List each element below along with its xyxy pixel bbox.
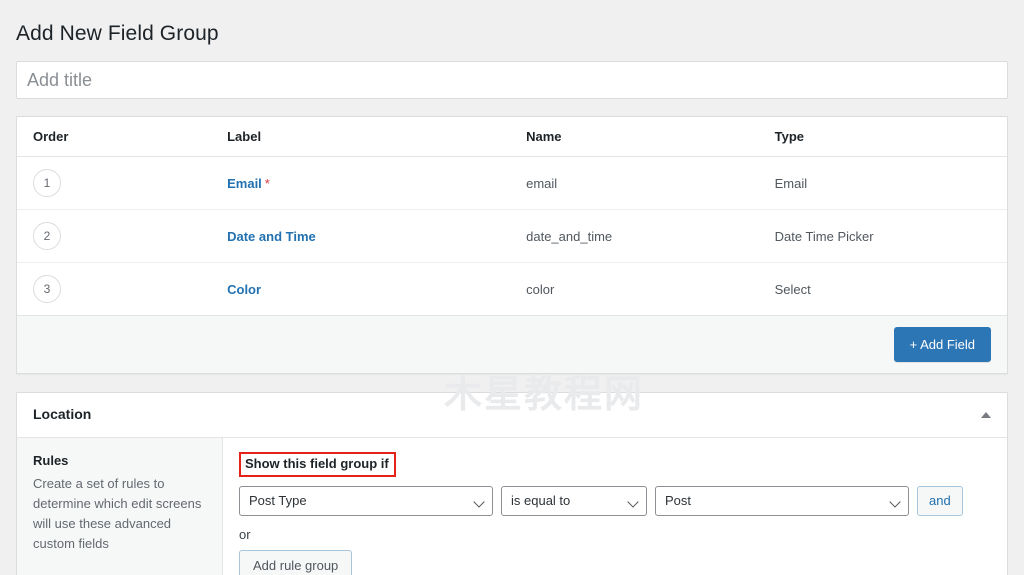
order-badge[interactable]: 3 [33,275,61,304]
page-title: Add New Field Group [16,22,219,45]
fields-metabox: 木星教程网 Order Label Name Type 1 Email * em… [16,116,1008,413]
cell-name: email [526,156,775,211]
column-header-type: Type [774,117,1007,158]
field-label-link[interactable]: Date and Time [227,229,316,244]
rule-row: Post Type is equal to Post and [239,485,991,516]
add-and-rule-button[interactable]: and [917,485,963,516]
add-field-button[interactable]: + Add Field [893,327,991,363]
cell-type: Select [774,262,1007,317]
cell-label: Date and Time [227,209,527,264]
cell-name: color [526,262,775,317]
cell-label: Color [227,262,527,317]
cell-label: Email * [227,156,527,211]
required-indicator: * [264,175,270,191]
chevron-down-icon [889,496,901,508]
condition-label-highlight: Show this field group if [239,451,396,477]
cell-type: Email [774,156,1007,211]
location-metabox-header[interactable]: Location [17,393,1007,438]
location-body: Rules Create a set of rules to determine… [17,437,1007,575]
table-row[interactable]: 1 Email * email Email [17,156,1007,211]
order-badge[interactable]: 2 [33,222,61,251]
table-header-row: Order Label Name Type [17,117,1007,158]
table-row[interactable]: 3 Color color Select [17,262,1007,317]
location-heading: Location [33,406,92,423]
rules-heading: Rules [33,452,69,468]
field-group-title-input[interactable] [16,61,1008,100]
admin-page: Add New Field Group 木星教程网 Order Label Na… [0,0,1024,575]
cell-name: date_and_time [526,209,775,264]
fields-table: Order Label Name Type 1 Email * email Ema… [17,117,1007,317]
cell-order: 2 [17,209,228,264]
rule-param-value: Post Type [249,492,307,508]
fields-table-footer: + Add Field [17,316,1007,374]
cell-type: Date Time Picker [774,209,1007,264]
rules-description: Create a set of rules to determine which… [33,475,202,552]
chevron-down-icon [473,496,485,508]
table-row[interactable]: 2 Date and Time date_and_time Date Time … [17,209,1007,264]
rule-value-value: Post [665,492,692,508]
rule-operator-value: is equal to [511,492,571,508]
chevron-down-icon [627,496,639,508]
cell-order: 3 [17,262,228,317]
field-label-link[interactable]: Color [227,282,261,297]
add-rule-group-button[interactable]: Add rule group [239,549,353,575]
rules-editor-column: Show this field group if Post Type is eq… [223,438,1007,575]
rule-param-select[interactable]: Post Type [239,485,493,516]
location-metabox: Location Rules Create a set of rules to … [16,392,1008,575]
column-header-order: Order [17,117,228,158]
rule-operator-select[interactable]: is equal to [501,485,647,516]
column-header-name: Name [526,117,775,158]
field-label-link[interactable]: Email [227,176,262,191]
rule-value-select[interactable]: Post [655,485,909,516]
column-header-label: Label [227,117,527,158]
or-separator: or [239,526,251,542]
cell-order: 1 [17,156,228,211]
chevron-up-icon[interactable] [981,412,991,419]
condition-label: Show this field group if [245,455,389,471]
order-badge[interactable]: 1 [33,169,61,198]
rules-description-column: Rules Create a set of rules to determine… [17,437,223,575]
